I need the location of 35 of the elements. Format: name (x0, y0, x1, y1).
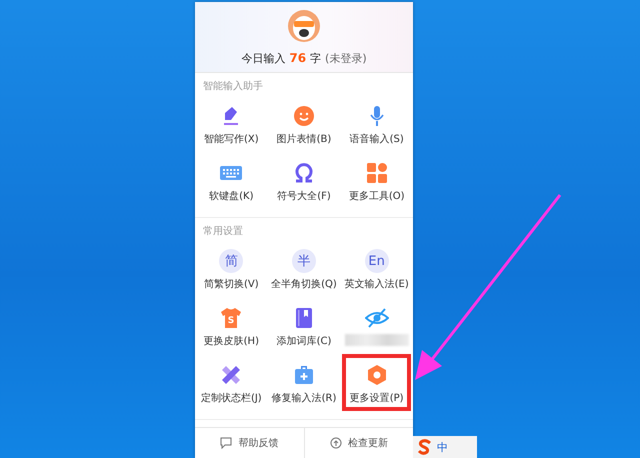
glyph-icon: En (364, 249, 389, 273)
menu-item-label[interactable]: 修复输入法(R) (272, 391, 336, 405)
menu-item-label[interactable]: 简繁切换(V) (204, 277, 259, 291)
menu-item-label[interactable]: 全半角切换(Q) (271, 277, 337, 291)
smiley-icon (292, 104, 316, 128)
glyph-icon: 简 (219, 249, 244, 273)
tiles-icon (364, 161, 389, 185)
count-unit: 字 (310, 51, 322, 66)
upload-icon (330, 437, 342, 449)
footer-button[interactable]: 帮助反馈 (195, 428, 304, 458)
highlighted-menu-item[interactable]: 更多设置(P) (344, 356, 409, 409)
menu-item-label[interactable]: 软键盘(K) (209, 189, 254, 203)
chat-icon (220, 437, 232, 449)
section-title: 常用设置 (202, 224, 244, 239)
menu-item-label[interactable]: 更换皮肤(H) (204, 334, 259, 348)
shirt-icon: S (219, 306, 244, 330)
daily-input-label: 今日输入 (241, 51, 286, 66)
menu-item-label[interactable]: 图片表情(B) (276, 132, 332, 146)
input-count: 76 (289, 51, 306, 65)
menu-item-label[interactable]: 更多工具(O) (348, 189, 404, 203)
ime-mode-indicator[interactable]: 中 (437, 440, 448, 454)
menu-item-label[interactable]: 英文输入法(E) (344, 277, 409, 291)
footer-button[interactable]: 检查更新 (304, 428, 413, 458)
s-logo-icon[interactable] (417, 439, 433, 455)
menu-item-label[interactable]: 定制状态栏(J) (200, 391, 262, 405)
menu-item-label[interactable]: 智能写作(X) (204, 132, 259, 146)
glyph-icon: 半 (292, 249, 316, 273)
eye-slash-icon (364, 306, 389, 330)
section-title: 智能输入助手 (202, 80, 264, 94)
menu-item-label[interactable]: 语音输入(S) (350, 132, 404, 146)
login-status: (未登录) (325, 51, 367, 66)
menu-item-label[interactable]: 更多设置(P) (350, 391, 404, 405)
menu-item-label[interactable]: 添加词库(C) (276, 334, 332, 348)
menu-item-label[interactable]: 符号大全(F) (277, 189, 331, 203)
mascot-avatar-icon (287, 9, 321, 43)
